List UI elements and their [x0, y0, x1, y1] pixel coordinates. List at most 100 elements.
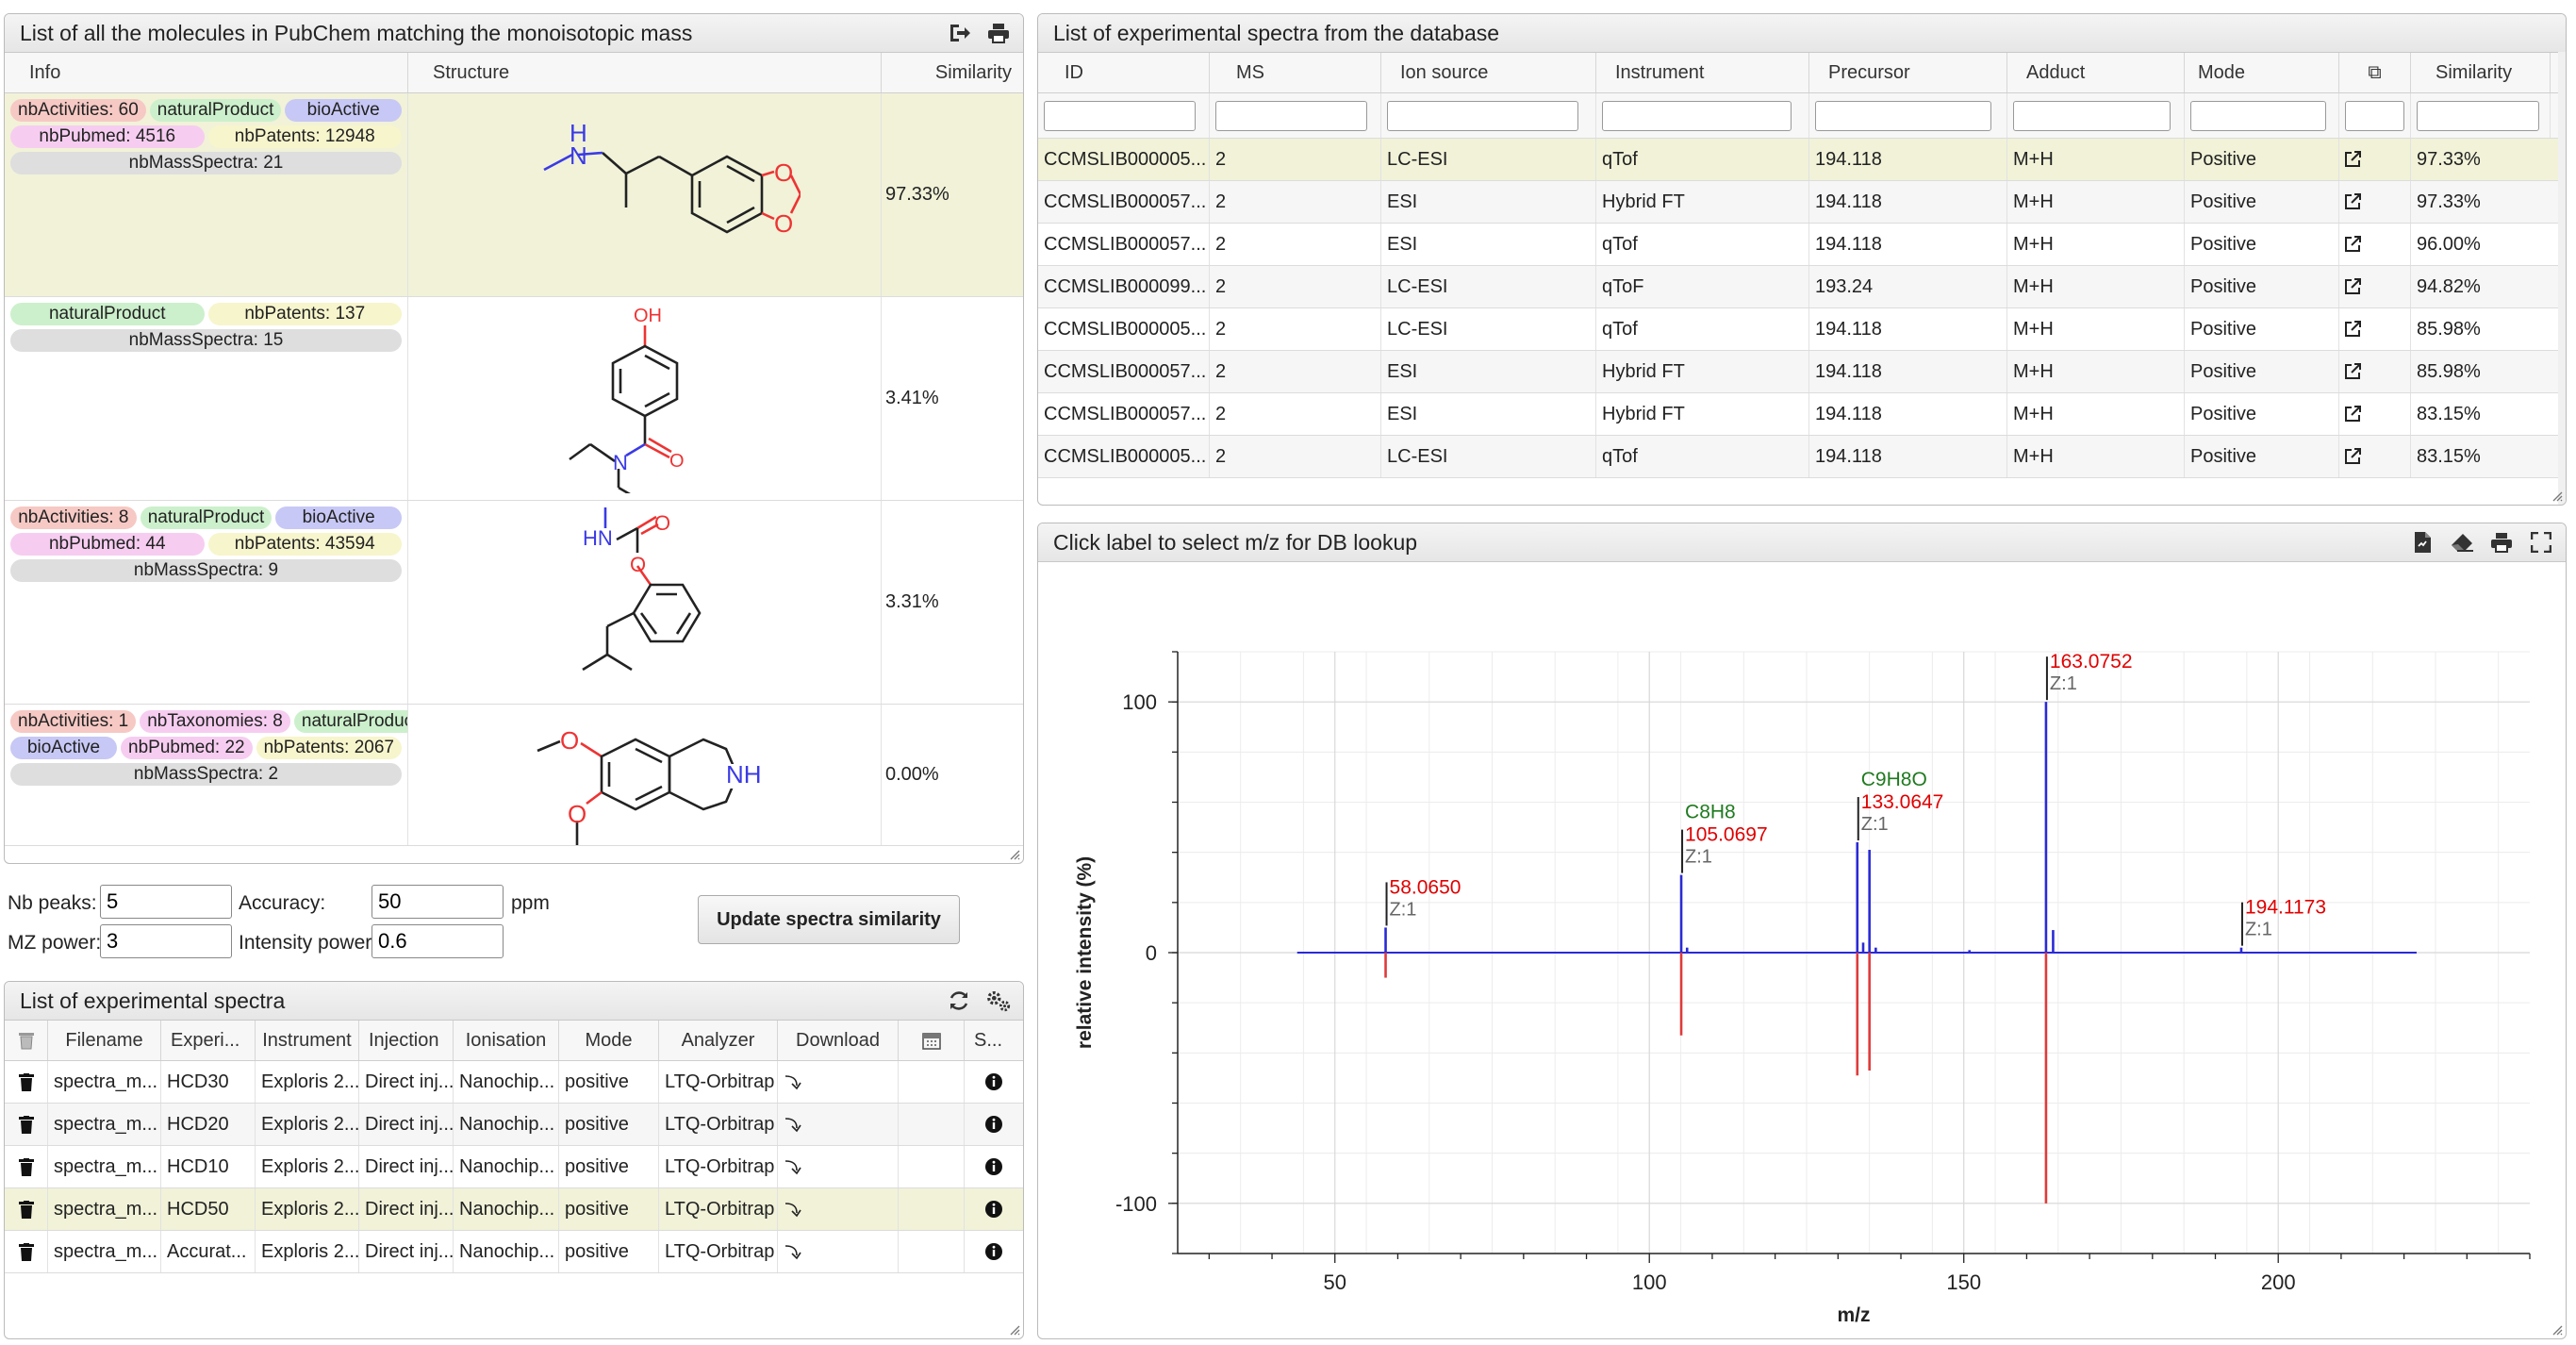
external-link-icon[interactable] — [2343, 150, 2362, 169]
db-spectrum-row[interactable]: CCMSLIB000099... 2 LC-ESI qToF 193.24 M+H Posi… — [1038, 266, 2566, 308]
download-cell[interactable] — [778, 1231, 899, 1272]
resize-handle-icon[interactable] — [1009, 849, 1020, 860]
peak-mz-label[interactable]: 133.0647 — [1861, 791, 1944, 813]
col-instrument[interactable]: Instrument — [256, 1021, 359, 1060]
trash-icon[interactable] — [18, 1031, 35, 1050]
filter-mode-input[interactable] — [2190, 100, 2327, 131]
db-spectrum-row[interactable]: CCMSLIB000057... 2 ESI Hybrid FT 194.118 M+H P… — [1038, 393, 2566, 436]
db-table-scrollbar[interactable] — [2558, 52, 2566, 505]
resize-handle-icon[interactable] — [2551, 1324, 2563, 1336]
col-filename[interactable]: Filename — [48, 1021, 161, 1060]
col-calendar[interactable] — [899, 1021, 965, 1060]
download-arrow-icon[interactable] — [784, 1157, 804, 1176]
db-spectrum-row[interactable]: CCMSLIB000005... 2 LC-ESI qTof 194.118 M+H Pos… — [1038, 436, 2566, 478]
spectrum-row[interactable]: spectra_m... Accurat... Exploris 2... Direc… — [5, 1231, 1023, 1273]
download-cell[interactable] — [778, 1061, 899, 1103]
print-icon[interactable] — [985, 20, 1012, 46]
col-analyzer[interactable]: Analyzer — [659, 1021, 778, 1060]
print-icon[interactable] — [2488, 529, 2515, 556]
external-link-icon[interactable] — [2343, 320, 2362, 339]
col-delete-all[interactable] — [5, 1021, 48, 1060]
col-ionisation[interactable]: Ionisation — [454, 1021, 559, 1060]
filter-ion-source-input[interactable] — [1387, 100, 1579, 131]
delete-cell[interactable] — [5, 1188, 48, 1230]
download-cell[interactable] — [778, 1188, 899, 1230]
open-link-cell[interactable] — [2339, 266, 2411, 307]
col-mode[interactable]: Mode — [2185, 53, 2339, 92]
filter-copy-input[interactable] — [2345, 100, 2405, 131]
open-link-cell[interactable] — [2339, 393, 2411, 435]
open-link-cell[interactable] — [2339, 139, 2411, 180]
molecule-row[interactable]: nbActivities: 60 naturalProduct bioActive n… — [5, 93, 1023, 297]
col-id[interactable]: ID — [1038, 53, 1210, 92]
external-link-icon[interactable] — [2343, 447, 2362, 466]
open-link-cell[interactable] — [2339, 351, 2411, 392]
db-spectrum-row[interactable]: CCMSLIB000057... 2 ESI Hybrid FT 194.118 M+H P… — [1038, 351, 2566, 393]
info-icon[interactable] — [984, 1242, 1003, 1261]
delete-cell[interactable] — [5, 1146, 48, 1187]
filter-ms-input[interactable] — [1215, 100, 1367, 131]
status-cell[interactable] — [965, 1146, 1023, 1187]
col-similarity[interactable]: Similarity — [2411, 53, 2551, 92]
external-link-icon[interactable] — [2343, 362, 2362, 381]
col-status[interactable]: S... — [965, 1021, 1023, 1060]
external-link-icon[interactable] — [2343, 235, 2362, 254]
status-cell[interactable] — [965, 1188, 1023, 1230]
download-arrow-icon[interactable] — [784, 1200, 804, 1219]
status-cell[interactable] — [965, 1104, 1023, 1145]
external-link-icon[interactable] — [2343, 277, 2362, 296]
spectrum-row[interactable]: spectra_m... HCD50 Exploris 2... Direct inj… — [5, 1188, 1023, 1231]
col-download[interactable]: Download — [778, 1021, 899, 1060]
info-icon[interactable] — [984, 1157, 1003, 1176]
col-ms[interactable]: MS — [1210, 53, 1381, 92]
filter-similarity-input[interactable] — [2417, 100, 2539, 131]
col-mode[interactable]: Mode — [559, 1021, 659, 1060]
trash-icon[interactable] — [18, 1157, 34, 1176]
resize-handle-icon[interactable] — [2551, 490, 2563, 502]
nb-peaks-input[interactable] — [100, 885, 232, 919]
delete-cell[interactable] — [5, 1104, 48, 1145]
peak-mz-label[interactable]: 58.0650 — [1390, 876, 1461, 898]
external-link-icon[interactable] — [2343, 192, 2362, 211]
refresh-icon[interactable] — [946, 988, 972, 1014]
update-similarity-button[interactable]: Update spectra similarity — [698, 895, 960, 944]
external-link-icon[interactable] — [2343, 405, 2362, 423]
filter-precursor-input[interactable] — [1815, 100, 1991, 131]
trash-icon[interactable] — [18, 1242, 34, 1261]
col-info[interactable]: Info — [5, 53, 408, 92]
molecule-row[interactable]: nbActivities: 8 naturalProduct bioActive nb… — [5, 501, 1023, 705]
open-link-cell[interactable] — [2339, 181, 2411, 223]
spectrum-row[interactable]: spectra_m... HCD20 Exploris 2... Direct inj… — [5, 1104, 1023, 1146]
info-icon[interactable] — [984, 1200, 1003, 1219]
download-arrow-icon[interactable] — [784, 1072, 804, 1091]
download-cell[interactable] — [778, 1104, 899, 1145]
db-spectrum-row[interactable]: CCMSLIB000057... 2 ESI Hybrid FT 194.118 M+H P… — [1038, 181, 2566, 224]
status-cell[interactable] — [965, 1061, 1023, 1103]
download-arrow-icon[interactable] — [784, 1242, 804, 1261]
col-adduct[interactable]: Adduct — [2007, 53, 2185, 92]
trash-icon[interactable] — [18, 1200, 34, 1219]
filter-instrument-input[interactable] — [1602, 100, 1792, 131]
mass-spectrum-chart[interactable]: 50 100 150 200 100 0 -100 m/z relative intensity… — [1038, 561, 2566, 1338]
open-link-cell[interactable] — [2339, 224, 2411, 265]
status-cell[interactable] — [965, 1231, 1023, 1272]
col-experiment[interactable]: Experi... — [161, 1021, 256, 1060]
eraser-icon[interactable] — [2449, 529, 2475, 556]
molecule-row[interactable]: nbActivities: 1 nbTaxonomies: 8 naturalPro… — [5, 705, 1023, 846]
info-icon[interactable] — [984, 1115, 1003, 1134]
trash-icon[interactable] — [18, 1115, 34, 1134]
peak-mz-label[interactable]: 105.0697 — [1685, 824, 1768, 846]
open-link-cell[interactable] — [2339, 436, 2411, 477]
col-instrument[interactable]: Instrument — [1596, 53, 1809, 92]
info-icon[interactable] — [984, 1072, 1003, 1091]
col-injection[interactable]: Injection — [359, 1021, 454, 1060]
export-file-icon[interactable] — [2409, 529, 2436, 556]
peak-mz-label[interactable]: 163.0752 — [2050, 651, 2133, 672]
open-link-cell[interactable] — [2339, 308, 2411, 350]
spectrum-row[interactable]: spectra_m... HCD30 Exploris 2... Direct inj… — [5, 1061, 1023, 1104]
fullscreen-icon[interactable] — [2528, 529, 2554, 556]
db-spectrum-row[interactable]: CCMSLIB000005... 2 LC-ESI qTof 194.118 M+H Pos… — [1038, 308, 2566, 351]
mz-power-input[interactable] — [100, 924, 232, 958]
filter-adduct-input[interactable] — [2013, 100, 2171, 131]
peak-mz-label[interactable]: 194.1173 — [2245, 897, 2326, 919]
